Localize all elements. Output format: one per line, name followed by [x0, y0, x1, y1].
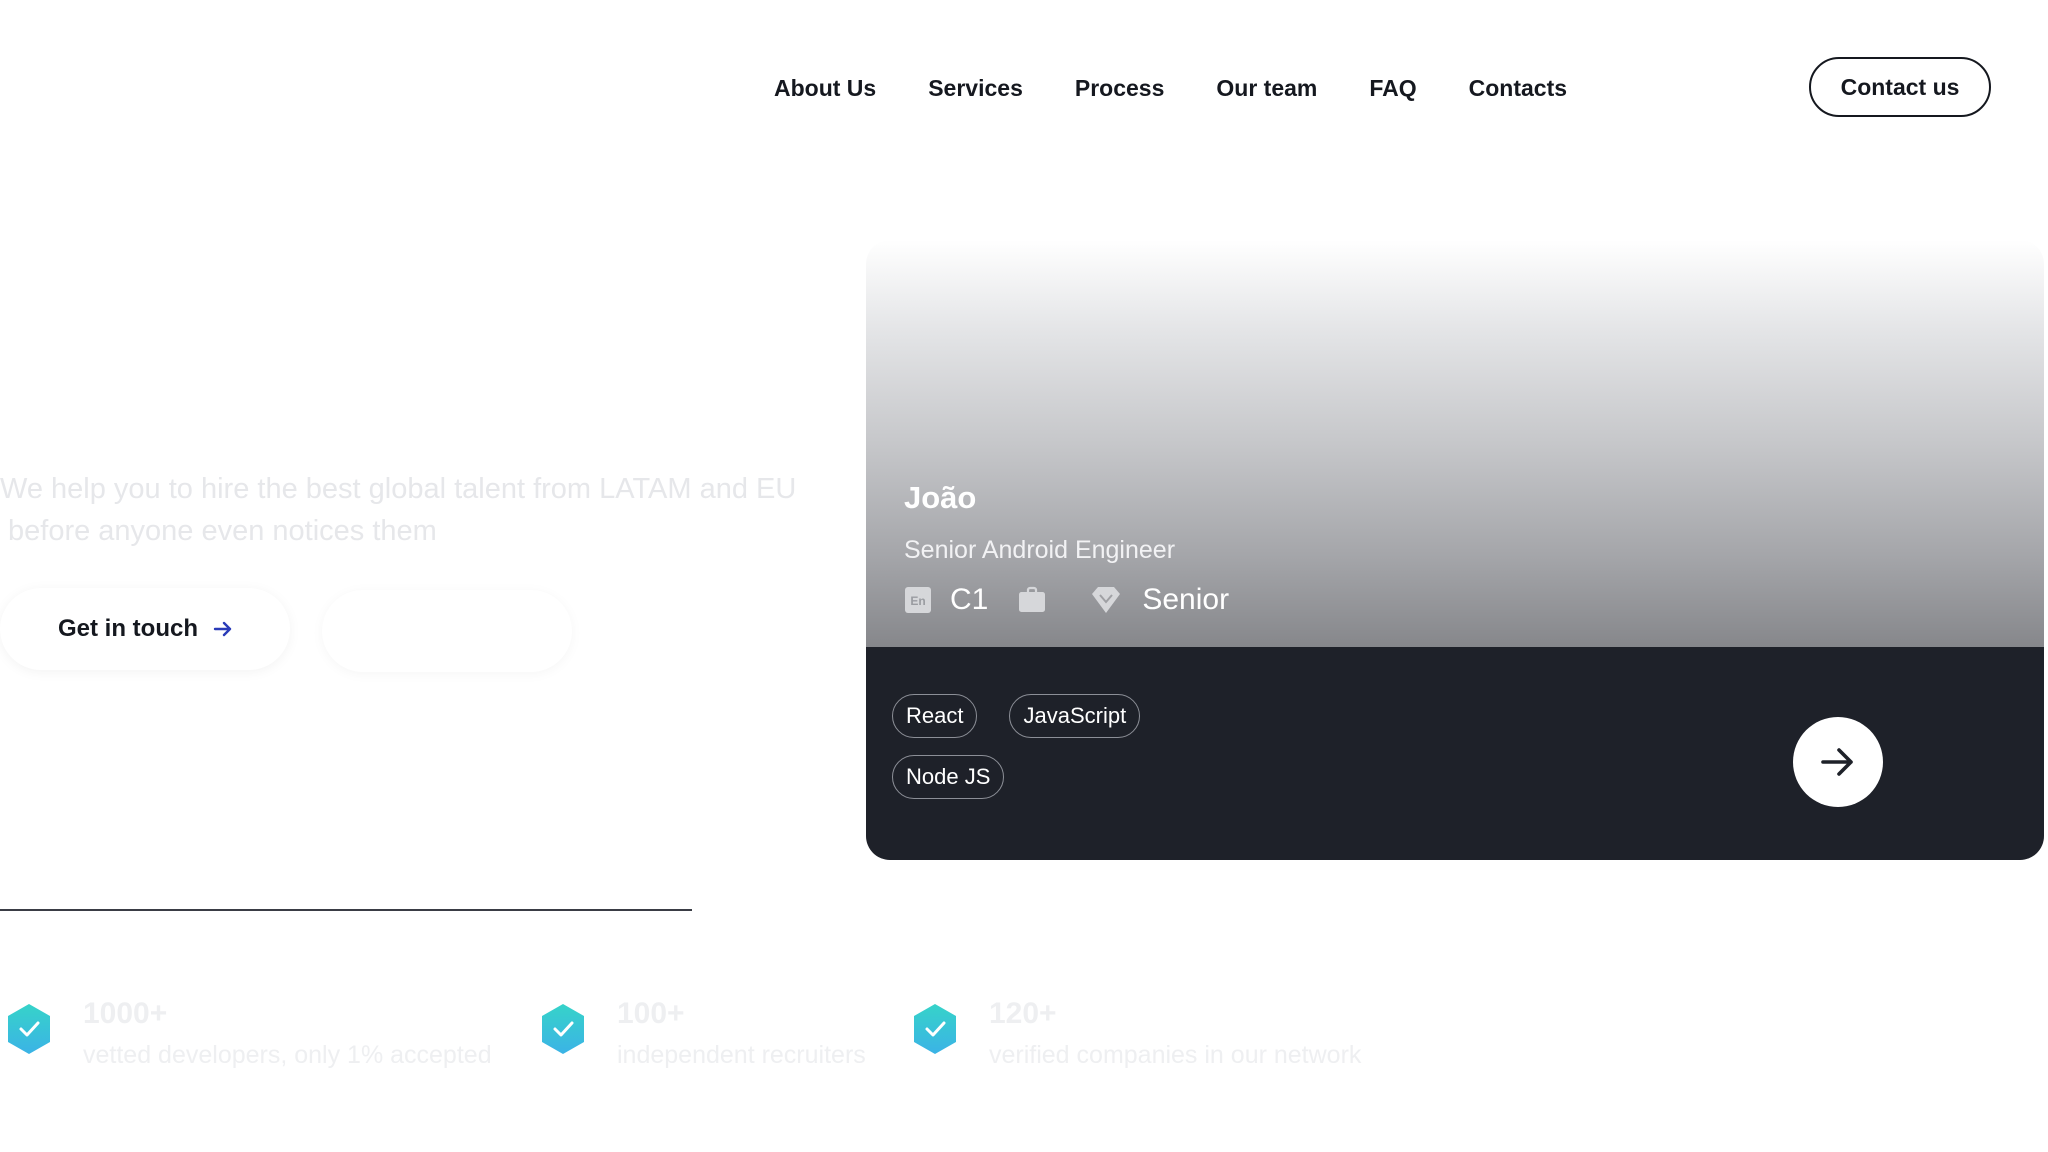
nav-our-team[interactable]: Our team: [1216, 75, 1317, 102]
language-icon: En: [905, 587, 931, 613]
main-nav: About Us Services Process Our team FAQ C…: [774, 68, 1567, 108]
briefcase-icon: [1019, 586, 1046, 612]
nav-process[interactable]: Process: [1075, 75, 1165, 102]
stat-value: 100+: [617, 997, 685, 1030]
stat-label: independent recruiters: [617, 1041, 866, 1069]
seniority-level: Senior: [1142, 583, 1230, 616]
section-divider: [0, 909, 692, 911]
candidate-meta: En C1 Senior: [904, 580, 1229, 620]
contact-us-button[interactable]: Contact us: [1809, 57, 1991, 117]
stat-label: verified companies in our network: [989, 1041, 1362, 1069]
candidate-role: Senior Android Engineer: [904, 536, 1176, 564]
skill-tag-react: React: [892, 694, 978, 738]
svg-text:En: En: [910, 594, 925, 608]
get-in-touch-button[interactable]: Get in touch: [0, 588, 290, 670]
tagline-line-2: before anyone even notices them: [8, 515, 437, 547]
stat-value: 120+: [989, 997, 1057, 1030]
nav-about-us[interactable]: About Us: [774, 75, 876, 102]
arrow-right-icon: [213, 621, 232, 637]
skill-tags: React JavaScript Node JS: [892, 694, 1141, 816]
view-candidate-button[interactable]: [1793, 717, 1883, 807]
get-in-touch-label: Get in touch: [58, 615, 198, 642]
stat-label: vetted developers, only 1% accepted: [83, 1041, 492, 1069]
candidate-name: João: [904, 480, 977, 515]
language-level: C1: [950, 583, 989, 616]
skill-tag-node-js: Node JS: [892, 755, 1005, 799]
stat-companies: 120+ verified companies in our network: [911, 996, 1361, 1072]
stat-recruiters: 100+ independent recruiters: [539, 996, 866, 1072]
candidate-card: João Senior Android Engineer En C1 Senio…: [866, 240, 2044, 860]
shield-check-icon: [8, 1004, 50, 1054]
nav-services[interactable]: Services: [928, 75, 1023, 102]
stat-developers: 1000+ vetted developers, only 1% accepte…: [5, 996, 492, 1072]
diamond-icon: [1092, 587, 1121, 613]
nav-contacts[interactable]: Contacts: [1469, 75, 1567, 102]
hero-tagline: We help you to hire the best global tale…: [0, 468, 800, 552]
secondary-button[interactable]: [322, 590, 572, 672]
shield-check-icon: [542, 1004, 584, 1054]
stat-value: 1000+: [83, 997, 168, 1030]
nav-faq[interactable]: FAQ: [1369, 75, 1416, 102]
arrow-right-icon: [1821, 748, 1853, 776]
skill-tag-javascript: JavaScript: [1009, 694, 1141, 738]
tagline-line-1: We help you to hire the best global tale…: [0, 473, 797, 505]
shield-check-icon: [914, 1004, 956, 1054]
